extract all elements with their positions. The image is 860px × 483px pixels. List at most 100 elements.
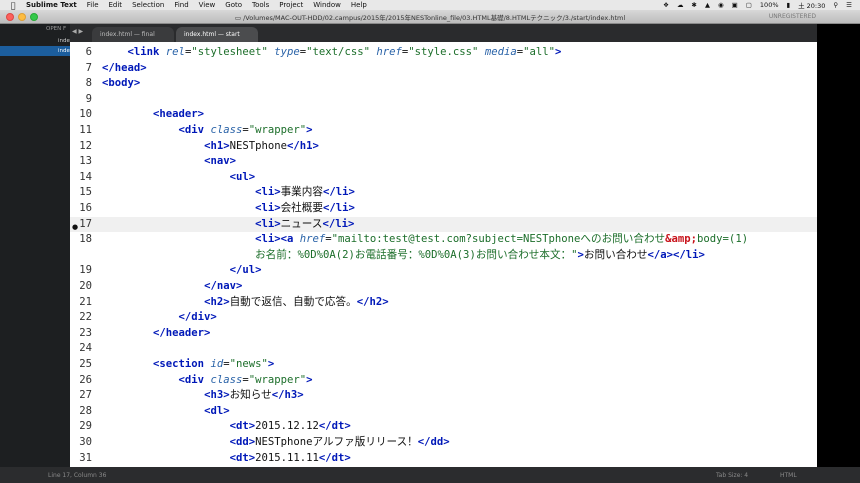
line-number: 27 bbox=[79, 389, 92, 402]
code-editor[interactable]: 6 <link rel="stylesheet" type="text/css"… bbox=[70, 42, 817, 467]
code-line[interactable]: 28 <dl> bbox=[70, 404, 817, 420]
code-line[interactable]: 29 <dt>2015.12.12</dt> bbox=[70, 419, 817, 435]
line-number: 19 bbox=[79, 264, 92, 277]
code-line[interactable]: 11 <div class="wrapper"> bbox=[70, 123, 817, 139]
code-text[interactable]: お名前：%0D%0A(2)お電話番号：%0D%0A(3)お問い合わせ本文：">お… bbox=[102, 248, 705, 264]
menu-goto[interactable]: Goto bbox=[225, 1, 242, 9]
wifi-icon[interactable]: ◉ bbox=[718, 1, 724, 9]
code-line[interactable]: 27 <h3>お知らせ</h3> bbox=[70, 388, 817, 404]
code-text[interactable]: </ul> bbox=[102, 263, 262, 279]
code-text[interactable]: <dt>2015.11.11</dt> bbox=[102, 451, 351, 467]
code-text[interactable]: <body> bbox=[102, 76, 140, 92]
code-line[interactable]: 16 <li>会社概要</li> bbox=[70, 201, 817, 217]
code-text[interactable]: <ul> bbox=[102, 170, 256, 186]
code-text[interactable]: <li>会社概要</li> bbox=[102, 201, 355, 217]
code-text[interactable]: <section id="news"> bbox=[102, 357, 274, 373]
code-text[interactable]: <dl> bbox=[102, 404, 230, 420]
clock[interactable]: 土 20:30 bbox=[798, 0, 825, 10]
code-text[interactable]: <h1>NESTphone</h1> bbox=[102, 139, 319, 155]
line-number: 13 bbox=[79, 155, 92, 168]
code-line[interactable]: 8 <body> bbox=[70, 76, 817, 92]
code-line[interactable]: 24 bbox=[70, 341, 817, 357]
code-text[interactable]: <h2>自動で返信、自動で応答。</h2> bbox=[102, 295, 389, 311]
code-text[interactable]: <nav> bbox=[102, 154, 236, 170]
sidebar-file-final[interactable]: inde bbox=[0, 36, 70, 46]
code-token: <h1> bbox=[204, 139, 230, 152]
code-text[interactable]: </head> bbox=[102, 61, 147, 77]
code-line[interactable]: 23 </header> bbox=[70, 326, 817, 342]
volume-icon[interactable]: ▲ bbox=[705, 1, 710, 9]
code-text[interactable]: </nav> bbox=[102, 279, 242, 295]
status-tab-size[interactable]: Tab Size: 4 bbox=[716, 472, 748, 479]
menu-selection[interactable]: Selection bbox=[132, 1, 164, 9]
menu-find[interactable]: Find bbox=[174, 1, 188, 9]
code-line[interactable]: お名前：%0D%0A(2)お電話番号：%0D%0A(3)お問い合わせ本文：">お… bbox=[70, 248, 817, 264]
code-line[interactable]: 14 <ul> bbox=[70, 170, 817, 186]
code-line[interactable]: 17 <li>ニュース</li> bbox=[70, 216, 817, 233]
code-line[interactable]: 9 bbox=[70, 92, 817, 108]
tab-index-start[interactable]: index.html — start bbox=[176, 27, 258, 42]
code-text[interactable]: <li><a href="mailto:test@test.com?subjec… bbox=[102, 232, 748, 248]
code-line[interactable]: 13 <nav> bbox=[70, 154, 817, 170]
battery-icon[interactable]: ▮ bbox=[787, 1, 791, 9]
menu-tools[interactable]: Tools bbox=[252, 1, 269, 9]
code-line[interactable]: 6 <link rel="stylesheet" type="text/css"… bbox=[70, 45, 817, 61]
menu-view[interactable]: View bbox=[199, 1, 216, 9]
code-line[interactable]: 15 <li>事業内容</li> bbox=[70, 185, 817, 201]
menu-help[interactable]: Help bbox=[351, 1, 367, 9]
spotlight-icon[interactable]: ⚲ bbox=[833, 1, 838, 9]
code-line[interactable]: 7 </head> bbox=[70, 61, 817, 77]
code-text[interactable]: <div class="wrapper"> bbox=[102, 123, 313, 139]
dropbox-icon[interactable]: ❖ bbox=[663, 1, 669, 9]
tab-index-final[interactable]: index.html — final bbox=[92, 27, 174, 42]
status-bar: Line 17, Column 36 Tab Size: 4 HTML bbox=[0, 467, 860, 483]
code-line[interactable]: 21 <h2>自動で返信、自動で応答。</h2> bbox=[70, 295, 817, 311]
code-text[interactable]: </div> bbox=[102, 310, 217, 326]
menu-app-name[interactable]: Sublime Text bbox=[26, 1, 77, 9]
code-text[interactable]: <li>ニュース</li> bbox=[102, 217, 354, 233]
code-text[interactable]: <dt>2015.12.12</dt> bbox=[102, 419, 351, 435]
code-line[interactable]: 20 </nav> bbox=[70, 279, 817, 295]
code-line[interactable]: 22 </div> bbox=[70, 310, 817, 326]
code-line[interactable]: 26 <div class="wrapper"> bbox=[70, 373, 817, 389]
code-line[interactable]: 30 <dd>NESTphoneアルファ版リリース！</dd> bbox=[70, 435, 817, 451]
code-token: "news" bbox=[229, 358, 268, 370]
notification-center-icon[interactable]: ☰ bbox=[846, 1, 852, 9]
code-token: </div> bbox=[178, 311, 217, 324]
tab-scroll-arrows-icon[interactable]: ◀ ▶ bbox=[72, 28, 83, 35]
code-token: <dt> bbox=[229, 420, 256, 433]
airplay-icon[interactable]: ▣ bbox=[732, 1, 738, 9]
menu-file[interactable]: File bbox=[87, 1, 99, 9]
code-token: </li> bbox=[322, 186, 355, 199]
code-line[interactable]: 31 <dt>2015.11.11</dt> bbox=[70, 451, 817, 467]
code-line[interactable]: 19 </ul> bbox=[70, 263, 817, 279]
line-number: 16 bbox=[79, 202, 92, 214]
status-syntax[interactable]: HTML bbox=[780, 472, 797, 479]
code-text[interactable]: <li>事業内容</li> bbox=[102, 185, 355, 201]
input-method-icon[interactable]: ▢ bbox=[746, 1, 752, 9]
sidebar-file-start[interactable]: inde bbox=[0, 46, 70, 56]
bluetooth-icon[interactable]: ✱ bbox=[691, 1, 696, 9]
code-line[interactable]: 18 <li><a href="mailto:test@test.com?sub… bbox=[70, 232, 817, 248]
menu-window[interactable]: Window bbox=[313, 1, 341, 9]
menu-tray: ❖ ☁ ✱ ▲ ◉ ▣ ▢ 100% ▮ 土 20:30 ⚲ ☰ bbox=[663, 0, 860, 10]
code-text[interactable]: <dd>NESTphoneアルファ版リリース！</dd> bbox=[102, 435, 450, 451]
menu-project[interactable]: Project bbox=[279, 1, 303, 9]
battery-percent[interactable]: 100% bbox=[760, 1, 779, 9]
code-line[interactable]: 10 <header> bbox=[70, 107, 817, 123]
code-text[interactable]: <h3>お知らせ</h3> bbox=[102, 388, 304, 404]
code-token: > bbox=[306, 373, 313, 386]
menu-edit[interactable]: Edit bbox=[109, 1, 123, 9]
code-token: <li> bbox=[255, 186, 281, 199]
code-text[interactable]: <div class="wrapper"> bbox=[102, 373, 313, 389]
code-text[interactable]: </header> bbox=[102, 326, 210, 342]
code-line[interactable]: 12 <h1>NESTphone</h1> bbox=[70, 139, 817, 155]
code-line[interactable]: 25 <section id="news"> bbox=[70, 357, 817, 373]
code-text[interactable]: <link rel="stylesheet" type="text/css" h… bbox=[102, 45, 562, 61]
code-text[interactable]: <header> bbox=[102, 107, 204, 123]
cloud-icon[interactable]: ☁ bbox=[677, 1, 684, 9]
apple-icon[interactable]:  bbox=[0, 1, 26, 10]
